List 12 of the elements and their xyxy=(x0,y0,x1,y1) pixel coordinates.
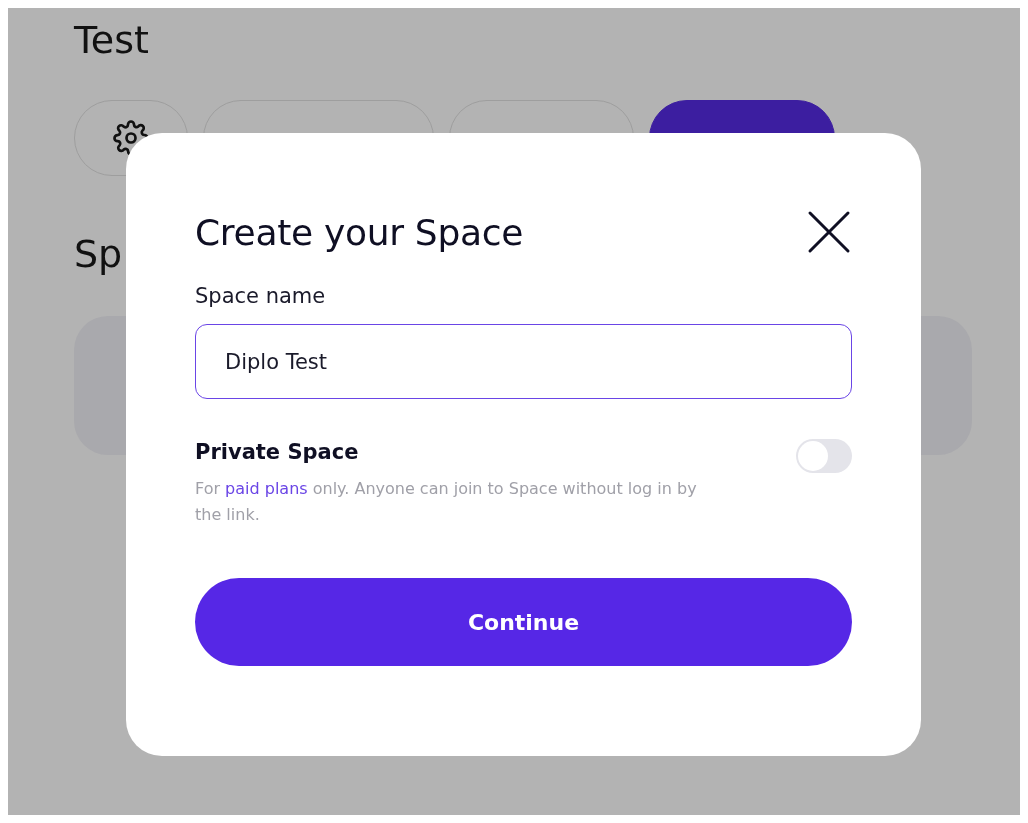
section-heading: Sp xyxy=(74,232,123,276)
close-icon xyxy=(806,209,852,255)
toggle-label: Private Space xyxy=(195,439,359,466)
page-title: Test xyxy=(74,18,150,62)
private-toggle[interactable] xyxy=(796,439,852,473)
field-label: Space name xyxy=(195,283,327,310)
dialog-title: Create your Space xyxy=(195,211,524,253)
paid-plans-link[interactable]: paid plans xyxy=(225,479,308,498)
space-name-field[interactable]: Diplo Test xyxy=(195,324,852,399)
close-button[interactable] xyxy=(806,209,852,255)
continue-button[interactable]: Continue xyxy=(195,578,852,666)
toggle-description: For paid plans only. Anyone can join to Space without log in by the link. xyxy=(195,478,698,526)
